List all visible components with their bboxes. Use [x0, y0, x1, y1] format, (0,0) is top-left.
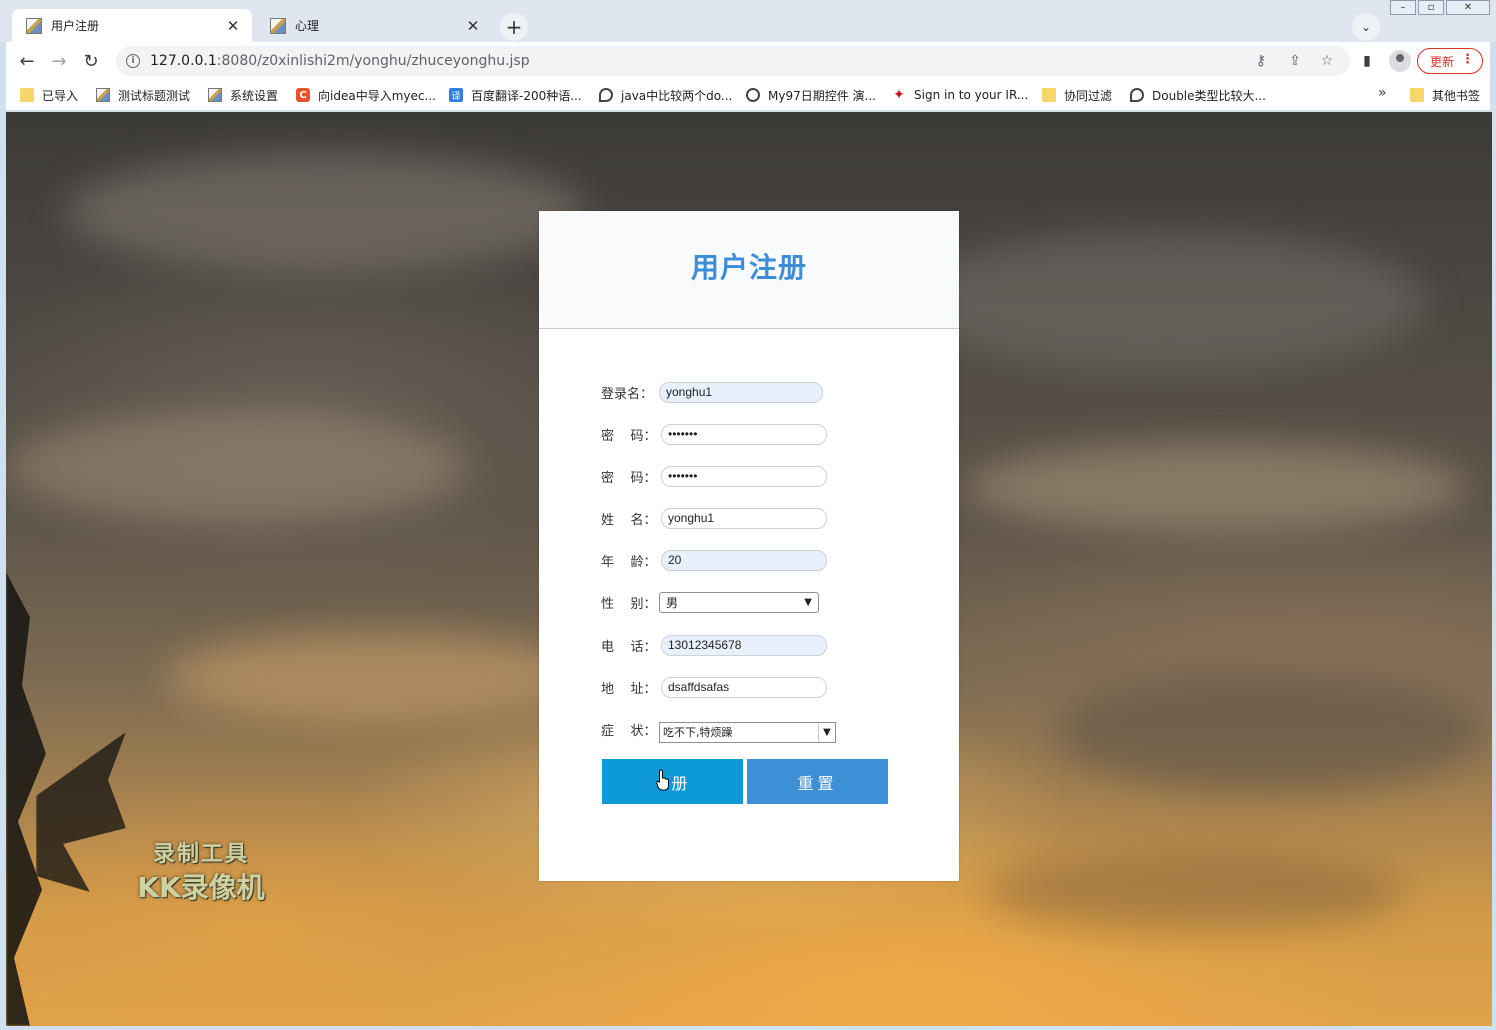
gender-select[interactable]: 男 ▼: [659, 591, 819, 613]
minimize-icon[interactable]: –: [1390, 0, 1416, 15]
username-input[interactable]: yonghu1: [659, 381, 823, 403]
field-label: 密 码：: [601, 428, 657, 444]
field-label: 登录名：: [601, 386, 654, 402]
reset-button[interactable]: 重置: [747, 759, 888, 804]
tab-strip: 用户注册 ✕ 心理 ✕ + ⌄ – ▫ ✕: [0, 0, 1496, 42]
page-title: 用户注册: [690, 250, 807, 284]
password-confirm-input[interactable]: •••••••: [661, 465, 827, 487]
bookmark-item[interactable]: java中比较两个do...: [599, 86, 732, 104]
tab-title: 用户注册: [51, 19, 100, 33]
register-button[interactable]: 册: [602, 759, 743, 804]
tab-title: 心理: [295, 19, 320, 33]
page-background: 录制工具 KK录像机 用户注册 登录名： yonghu1 密 码： ••••••…: [6, 112, 1492, 1026]
password-input[interactable]: •••••••: [661, 423, 827, 445]
close-icon[interactable]: ✕: [224, 17, 242, 35]
cloud: [986, 852, 1406, 932]
chevron-down-icon: ▼: [818, 722, 835, 742]
tree-branch: [36, 732, 126, 892]
form-row-phone: 电 话： 13012345678: [601, 634, 827, 656]
form-row-name: 姓 名： yonghu1: [601, 507, 827, 529]
new-tab-button[interactable]: +: [500, 13, 528, 41]
form-row-age: 年 龄： 20: [601, 549, 827, 571]
age-input[interactable]: 20: [661, 549, 827, 571]
hand-cursor-icon: [656, 769, 669, 791]
recorder-watermark: 录制工具 KK录像机: [137, 842, 265, 904]
cloud: [1056, 672, 1486, 792]
bookmark-item[interactable]: 测试标题测试: [96, 86, 190, 104]
bookmark-item[interactable]: C 向idea中导入myec...: [296, 86, 436, 104]
phone-input[interactable]: 13012345678: [661, 634, 827, 656]
cloud: [906, 232, 1426, 372]
form-row-username: 登录名： yonghu1: [601, 381, 823, 403]
image-icon: [96, 88, 110, 102]
field-label: 姓 名：: [601, 512, 657, 528]
close-icon[interactable]: ✕: [464, 17, 482, 35]
address-input[interactable]: dsaffdsafas: [661, 676, 827, 698]
globe-icon: [746, 88, 760, 102]
window-close-icon[interactable]: ✕: [1446, 0, 1490, 15]
field-label: 症 状：: [601, 723, 657, 739]
key-icon[interactable]: ⚷: [1250, 50, 1272, 72]
card-header: 用户注册: [539, 211, 959, 329]
folder-icon: [20, 88, 34, 102]
side-panel-icon[interactable]: ▮: [1356, 50, 1378, 72]
field-label: 电 话：: [601, 639, 657, 655]
profile-avatar[interactable]: [1389, 50, 1411, 72]
share-icon[interactable]: ⇪: [1284, 50, 1306, 72]
bookmark-item[interactable]: 协同过滤: [1042, 86, 1112, 104]
swirl-icon: [599, 88, 613, 102]
address-bar[interactable]: i 127.0.0.1:8080/z0xinlishi2m/yonghu/zhu…: [116, 46, 1350, 76]
browser-toolbar: ← → ↻ i 127.0.0.1:8080/z0xinlishi2m/yong…: [6, 42, 1490, 80]
tab-inactive[interactable]: 心理 ✕: [256, 9, 492, 42]
window-controls: – ▫ ✕: [1388, 0, 1490, 15]
field-label: 性 别：: [601, 596, 657, 612]
bookmark-item[interactable]: 译百度翻译-200种语...: [449, 86, 582, 104]
tab-search-button[interactable]: ⌄: [1352, 13, 1380, 41]
bookmarks-bar: 已导入 测试标题测试 系统设置 C 向idea中导入myec... 译百度翻译-2…: [6, 80, 1490, 111]
tab-active[interactable]: 用户注册 ✕: [12, 9, 252, 42]
form-row-password: 密 码： •••••••: [601, 423, 827, 445]
cloud: [66, 152, 586, 272]
forward-icon[interactable]: →: [46, 48, 72, 74]
cloud: [166, 632, 586, 722]
update-button[interactable]: 更新 ⋮: [1417, 48, 1483, 74]
symptom-select[interactable]: 吃不下,特烦躁 ▼: [659, 721, 836, 743]
back-icon[interactable]: ←: [14, 48, 40, 74]
bookmark-item[interactable]: My97日期控件 演...: [746, 86, 876, 104]
bookmark-item[interactable]: Double类型比较大...: [1130, 86, 1266, 104]
bookmark-item[interactable]: 系统设置: [208, 86, 278, 104]
form-row-password-confirm: 密 码： •••••••: [601, 465, 827, 487]
form-row-symptom: 症 状： 吃不下,特烦躁 ▼: [601, 718, 836, 743]
menu-icon: ⋮: [1461, 52, 1474, 67]
page-favicon-icon: [270, 17, 286, 34]
other-bookmarks[interactable]: 其他书签: [1410, 86, 1480, 104]
bookmark-item[interactable]: 已导入: [20, 86, 78, 104]
bookmark-item[interactable]: ✦ Sign in to your IR...: [892, 86, 1028, 104]
swirl-icon: [1130, 88, 1144, 102]
form-row-gender: 性 别： 男 ▼: [601, 591, 819, 613]
folder-icon: [1042, 88, 1056, 102]
chevron-down-icon: ▼: [804, 596, 812, 608]
site-info-icon[interactable]: i: [126, 54, 140, 68]
folder-icon: [1410, 88, 1424, 102]
cloud: [6, 412, 466, 522]
maple-leaf-icon: ✦: [893, 87, 905, 103]
cloud: [966, 442, 1466, 532]
field-label: 地 址：: [601, 681, 657, 697]
register-card: 用户注册 登录名： yonghu1 密 码： ••••••• 密 码： ••••…: [539, 211, 959, 881]
image-icon: [208, 88, 222, 102]
field-label: 年 龄：: [601, 554, 657, 570]
name-input[interactable]: yonghu1: [661, 507, 827, 529]
url-text: 127.0.0.1:8080/z0xinlishi2m/yonghu/zhuce…: [150, 53, 530, 69]
reload-icon[interactable]: ↻: [78, 48, 104, 74]
star-icon[interactable]: ☆: [1316, 50, 1338, 72]
page-favicon-icon: [26, 17, 42, 34]
form-row-address: 地 址： dsaffdsafas: [601, 676, 827, 698]
bookmarks-overflow-button[interactable]: »: [1378, 85, 1387, 101]
maximize-icon[interactable]: ▫: [1418, 0, 1444, 15]
translate-icon: 译: [449, 88, 463, 102]
c-icon: C: [296, 88, 310, 102]
field-label: 密 码：: [601, 470, 657, 486]
